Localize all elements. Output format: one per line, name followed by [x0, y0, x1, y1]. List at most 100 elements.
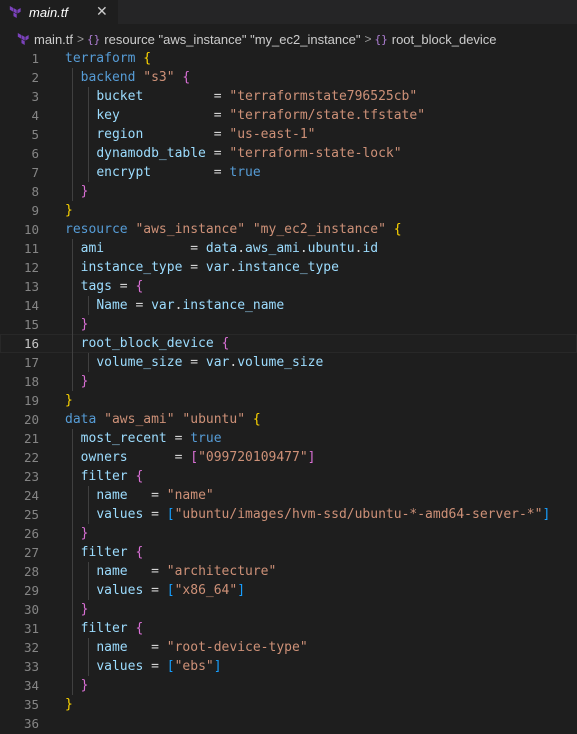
line-number: 23: [23, 469, 39, 484]
code-token: {: [135, 545, 144, 560]
code-line[interactable]: 1 terraform {: [0, 49, 577, 68]
code-token: "ubuntu/images/hvm-ssd/ubuntu-*-amd64-se…: [174, 507, 543, 522]
code-text: }: [65, 695, 73, 714]
code-line[interactable]: 26 }: [0, 524, 577, 543]
code-token: =: [127, 488, 167, 503]
code-token: name: [96, 488, 128, 503]
code-line[interactable]: 7 encrypt = true: [0, 163, 577, 182]
code-token: root_block_device: [80, 336, 214, 351]
code-token: {: [182, 70, 191, 85]
code-line[interactable]: 20 data "aws_ami" "ubuntu" {: [0, 410, 577, 429]
breadcrumb-resource[interactable]: resource "aws_instance" "my_ec2_instance…: [104, 32, 360, 47]
code-token: }: [80, 526, 89, 541]
code-editor[interactable]: 1 terraform {2 backend "s3" {3 bucket = "…: [0, 49, 577, 734]
code-line[interactable]: 19}: [0, 391, 577, 410]
indent-guide: [88, 296, 89, 315]
code-line[interactable]: 22 owners = ["099720109477"]: [0, 448, 577, 467]
code-token: name: [96, 640, 128, 655]
code-line[interactable]: 25 values = ["ubuntu/images/hvm-ssd/ubun…: [0, 505, 577, 524]
code-line[interactable]: 27 filter {: [0, 543, 577, 562]
code-line[interactable]: 35}: [0, 695, 577, 714]
code-token: {: [143, 51, 152, 66]
code-line[interactable]: 11 ami = data.aws_ami.ubuntu.id: [0, 239, 577, 258]
code-token: [: [166, 659, 175, 674]
code-line[interactable]: 12 instance_type = var.instance_type: [0, 258, 577, 277]
code-token: "terraform/state.tfstate": [229, 108, 426, 123]
indent-guide: [88, 486, 89, 524]
indent-guide: [72, 429, 73, 695]
line-number: 31: [23, 621, 39, 636]
code-token: [: [166, 507, 175, 522]
code-line[interactable]: 10 resource "aws_instance" "my_ec2_instan…: [0, 220, 577, 239]
breadcrumb-block[interactable]: root_block_device: [392, 32, 497, 47]
tab-main-tf[interactable]: main.tf ✕: [0, 0, 118, 24]
line-number: 5: [31, 127, 39, 142]
code-text: }: [65, 201, 73, 220]
code-line[interactable]: 31 filter {: [0, 619, 577, 638]
code-line[interactable]: 6 dynamodb_table = "terraform-state-lock…: [0, 144, 577, 163]
code-line[interactable]: 17 volume_size = var.volume_size: [0, 353, 577, 372]
indent-guide: [88, 353, 89, 372]
code-text: Name = var.instance_name: [65, 296, 284, 315]
code-token: {: [135, 621, 144, 636]
code-token: }: [80, 374, 89, 389]
code-token: bucket: [96, 89, 144, 104]
indent-guide: [88, 87, 89, 182]
code-line[interactable]: 14 Name = var.instance_name: [0, 296, 577, 315]
code-token: "ubuntu": [182, 412, 246, 427]
code-text: }: [65, 182, 89, 201]
code-line[interactable]: 24 name = "name": [0, 486, 577, 505]
code-line[interactable]: 13 tags = {: [0, 277, 577, 296]
code-text: terraform {: [65, 49, 151, 68]
code-line[interactable]: 34 }: [0, 676, 577, 695]
code-line[interactable]: 5 region = "us-east-1": [0, 125, 577, 144]
tab-label: main.tf: [29, 4, 69, 20]
code-line[interactable]: 2 backend "s3" {: [0, 68, 577, 87]
code-line[interactable]: 23 filter {: [0, 467, 577, 486]
symbol-structure-icon: {}: [87, 32, 101, 46]
code-line[interactable]: 28 name = "architecture": [0, 562, 577, 581]
code-line[interactable]: 9}: [0, 201, 577, 220]
code-line[interactable]: 16 root_block_device {: [0, 334, 577, 353]
close-icon[interactable]: ✕: [96, 3, 108, 20]
code-line[interactable]: 33 values = ["ebs"]: [0, 657, 577, 676]
code-text: tags = {: [65, 277, 144, 296]
code-text: volume_size = var.volume_size: [65, 353, 323, 372]
code-token: {: [135, 279, 144, 294]
code-text: resource "aws_instance" "my_ec2_instance…: [65, 220, 402, 239]
code-text: filter {: [65, 543, 144, 562]
code-line[interactable]: 29 values = ["x86_64"]: [0, 581, 577, 600]
code-token: instance_type: [237, 260, 339, 275]
code-line[interactable]: 30 }: [0, 600, 577, 619]
code-line[interactable]: 21 most_recent = true: [0, 429, 577, 448]
line-number: 17: [23, 355, 39, 370]
code-line[interactable]: 32 name = "root-device-type": [0, 638, 577, 657]
code-line[interactable]: 18 }: [0, 372, 577, 391]
code-token: =: [143, 659, 167, 674]
code-text: instance_type = var.instance_type: [65, 258, 339, 277]
line-number: 29: [23, 583, 39, 598]
code-line[interactable]: 4 key = "terraform/state.tfstate": [0, 106, 577, 125]
code-text: ami = data.aws_ami.ubuntu.id: [65, 239, 378, 258]
line-number: 6: [31, 146, 39, 161]
code-line[interactable]: 36: [0, 714, 577, 733]
code-line[interactable]: 15 }: [0, 315, 577, 334]
line-number: 1: [31, 51, 39, 66]
code-line[interactable]: 8 }: [0, 182, 577, 201]
code-token: "us-east-1": [229, 127, 316, 142]
code-token: tags: [80, 279, 112, 294]
line-number: 28: [23, 564, 39, 579]
breadcrumb-file[interactable]: main.tf: [34, 32, 73, 47]
code-line[interactable]: 3 bucket = "terraformstate796525cb": [0, 87, 577, 106]
